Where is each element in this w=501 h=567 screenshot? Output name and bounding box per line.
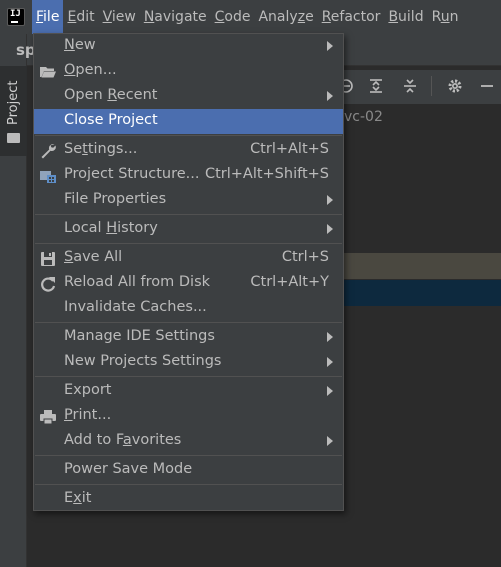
reload-icon (41, 277, 56, 292)
menu-item-label: Exit (64, 490, 92, 506)
shortcut-label: Ctrl+Alt+Shift+S (204, 166, 329, 182)
project-structure-icon (40, 171, 56, 183)
wrench-icon (41, 144, 56, 159)
settings-gear-icon[interactable] (447, 78, 463, 94)
menu-item-label: Open Recent (64, 87, 158, 103)
menu-item-label: Local History (64, 220, 158, 236)
shortcut-label: Ctrl+Alt+S (250, 141, 329, 157)
menu-item-label: File Properties (64, 191, 167, 207)
print-icon (40, 410, 56, 425)
submenu-arrow-icon (327, 195, 333, 205)
toolbar-separator (431, 76, 432, 96)
menu-item-label: Reload All from Disk (64, 274, 211, 290)
menu-item-reload-all[interactable]: Reload All from Disk Ctrl+Alt+Y (34, 271, 343, 296)
menu-separator (35, 214, 342, 215)
menu-view[interactable]: View (99, 0, 140, 34)
submenu-arrow-icon (327, 224, 333, 234)
menu-item-project-structure[interactable]: Project Structure... Ctrl+Alt+Shift+S (34, 163, 343, 188)
menu-code[interactable]: Code (211, 0, 255, 34)
submenu-arrow-icon (327, 91, 333, 101)
menu-item-manage-ide-settings[interactable]: Manage IDE Settings (34, 325, 343, 350)
save-all-icon (41, 252, 55, 266)
menu-item-open[interactable]: Open... (34, 59, 343, 84)
submenu-arrow-icon (327, 386, 333, 396)
menu-item-label: Settings... (64, 141, 138, 157)
project-tool-tab-label: Project (6, 80, 21, 125)
shortcut-label: Ctrl+S (281, 249, 329, 265)
menu-item-file-properties[interactable]: File Properties (34, 188, 343, 213)
menu-edit[interactable]: Edit (63, 0, 98, 34)
menubar: File Edit View Navigate Code Analyze Ref… (0, 0, 501, 34)
minimize-icon[interactable] (479, 78, 495, 94)
menu-separator (35, 243, 342, 244)
menu-navigate[interactable]: Navigate (140, 0, 211, 34)
menu-item-label: Power Save Mode (64, 461, 193, 477)
menu-item-close-project[interactable]: Close Project (34, 109, 343, 134)
submenu-arrow-icon (327, 332, 333, 342)
menu-run[interactable]: Run (428, 0, 463, 34)
tree-row-selected (344, 280, 501, 306)
tree-row-highlight (344, 253, 501, 279)
menu-item-label: Print... (64, 407, 112, 423)
project-toolbar (339, 70, 501, 104)
menu-item-power-save-mode[interactable]: Power Save Mode (34, 458, 343, 483)
menu-item-label: Save All (64, 249, 123, 265)
menu-item-print[interactable]: Print... (34, 404, 343, 429)
menu-item-invalidate-caches[interactable]: Invalidate Caches... (34, 296, 343, 321)
menu-item-label: Project Structure... (64, 166, 200, 182)
menu-separator (35, 135, 342, 136)
menu-refactor[interactable]: Refactor (318, 0, 385, 34)
menu-item-label: Export (64, 382, 112, 398)
collapse-all-icon[interactable] (402, 78, 418, 94)
menu-item-label: New (64, 37, 96, 53)
menu-analyze[interactable]: Analyze (254, 0, 317, 34)
menu-item-label: Open... (64, 62, 117, 78)
project-tree-text: vc-02 (344, 109, 383, 125)
app-logo-icon (7, 8, 25, 26)
menu-item-exit[interactable]: Exit (34, 487, 343, 512)
menu-separator (35, 322, 342, 323)
submenu-arrow-icon (327, 436, 333, 446)
menu-item-label: New Projects Settings (64, 353, 222, 369)
menu-item-label: Manage IDE Settings (64, 328, 215, 344)
submenu-arrow-icon (327, 357, 333, 367)
menu-item-local-history[interactable]: Local History (34, 217, 343, 242)
menu-item-open-recent[interactable]: Open Recent (34, 84, 343, 109)
menu-item-label: Invalidate Caches... (64, 299, 207, 315)
menu-item-settings[interactable]: Settings... Ctrl+Alt+S (34, 138, 343, 163)
file-menu-dropdown: New Open... Open Recent Close Project Se… (33, 33, 344, 511)
shortcut-label: Ctrl+Alt+Y (250, 274, 329, 290)
menu-item-export[interactable]: Export (34, 379, 343, 404)
menu-item-new-projects-settings[interactable]: New Projects Settings (34, 350, 343, 375)
submenu-arrow-icon (327, 41, 333, 51)
menu-item-label: Close Project (64, 112, 158, 128)
menu-separator (35, 455, 342, 456)
open-folder-icon (40, 67, 56, 78)
menu-item-new[interactable]: New (34, 34, 343, 59)
expand-all-icon[interactable] (368, 78, 384, 94)
menu-build[interactable]: Build (384, 0, 427, 34)
menu-file[interactable]: File (32, 0, 64, 34)
menu-separator (35, 376, 342, 377)
menu-item-save-all[interactable]: Save All Ctrl+S (34, 246, 343, 271)
folder-icon (7, 133, 20, 143)
menu-separator (35, 484, 342, 485)
menu-item-add-to-favorites[interactable]: Add to Favorites (34, 429, 343, 454)
menu-item-label: Add to Favorites (64, 432, 182, 448)
